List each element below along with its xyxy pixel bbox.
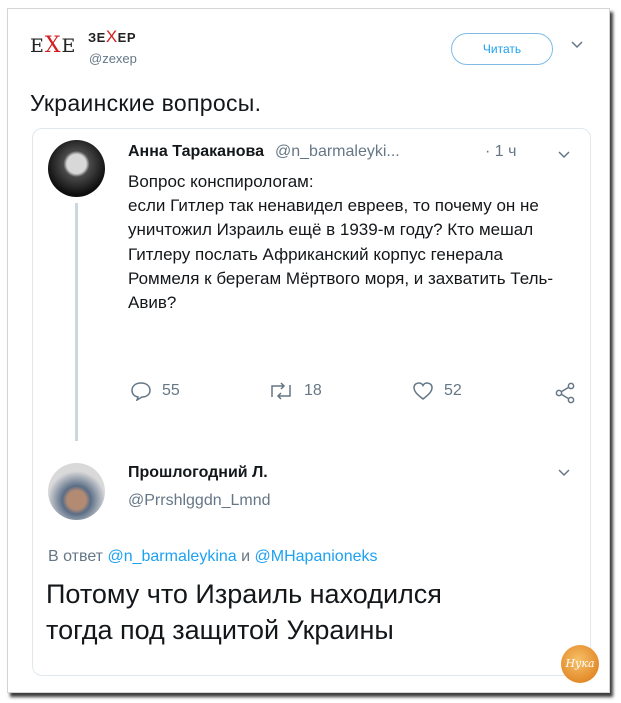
quoted-author-name[interactable]: Анна Тараканова (128, 143, 264, 161)
replying-to: В ответ @n_barmaleykina и @MHapanioneks (48, 548, 378, 565)
like-button[interactable]: 52 (412, 381, 462, 401)
account-logo: EXE (30, 33, 77, 58)
mention-link[interactable]: @n_barmaleykina (107, 548, 236, 565)
retweet-icon (271, 382, 291, 400)
quoted-author-handle[interactable]: @n_barmaleyki... (275, 143, 400, 161)
reply-count: 55 (162, 382, 180, 399)
heart-icon (413, 382, 433, 400)
mention-link[interactable]: @MHapanioneks (255, 548, 378, 565)
retweet-count: 18 (304, 382, 322, 399)
account-name[interactable]: ЗЕХЕР (88, 27, 136, 47)
chevron-down-icon[interactable] (570, 40, 584, 50)
follow-button[interactable]: Читать (451, 33, 553, 65)
reply-icon (131, 382, 151, 401)
watermark-logo: Нука (561, 645, 599, 683)
reply-author-name[interactable]: Прошлогодний Л. (128, 464, 268, 482)
chevron-down-icon[interactable] (557, 468, 571, 478)
quoted-time[interactable]: · 1 ч (485, 143, 516, 161)
avatar[interactable] (48, 463, 105, 520)
share-icon[interactable] (554, 382, 576, 404)
reply-text: Потому что Израиль находился тогда под з… (46, 579, 442, 645)
retweet-button[interactable]: 18 (268, 381, 322, 401)
quoted-tweet-text: Вопрос конспирологам: если Гитлер так не… (128, 172, 554, 313)
thread-connector-line (75, 203, 78, 441)
chevron-down-icon[interactable] (557, 150, 571, 160)
reply-button[interactable]: 55 (130, 381, 180, 401)
account-handle[interactable]: @zexep (89, 51, 137, 66)
tweet-text: Украинские вопросы. (30, 90, 262, 116)
avatar[interactable] (48, 140, 105, 197)
like-count: 52 (444, 382, 462, 399)
reply-author-handle[interactable]: @Prrshlggdn_Lmnd (128, 492, 271, 510)
